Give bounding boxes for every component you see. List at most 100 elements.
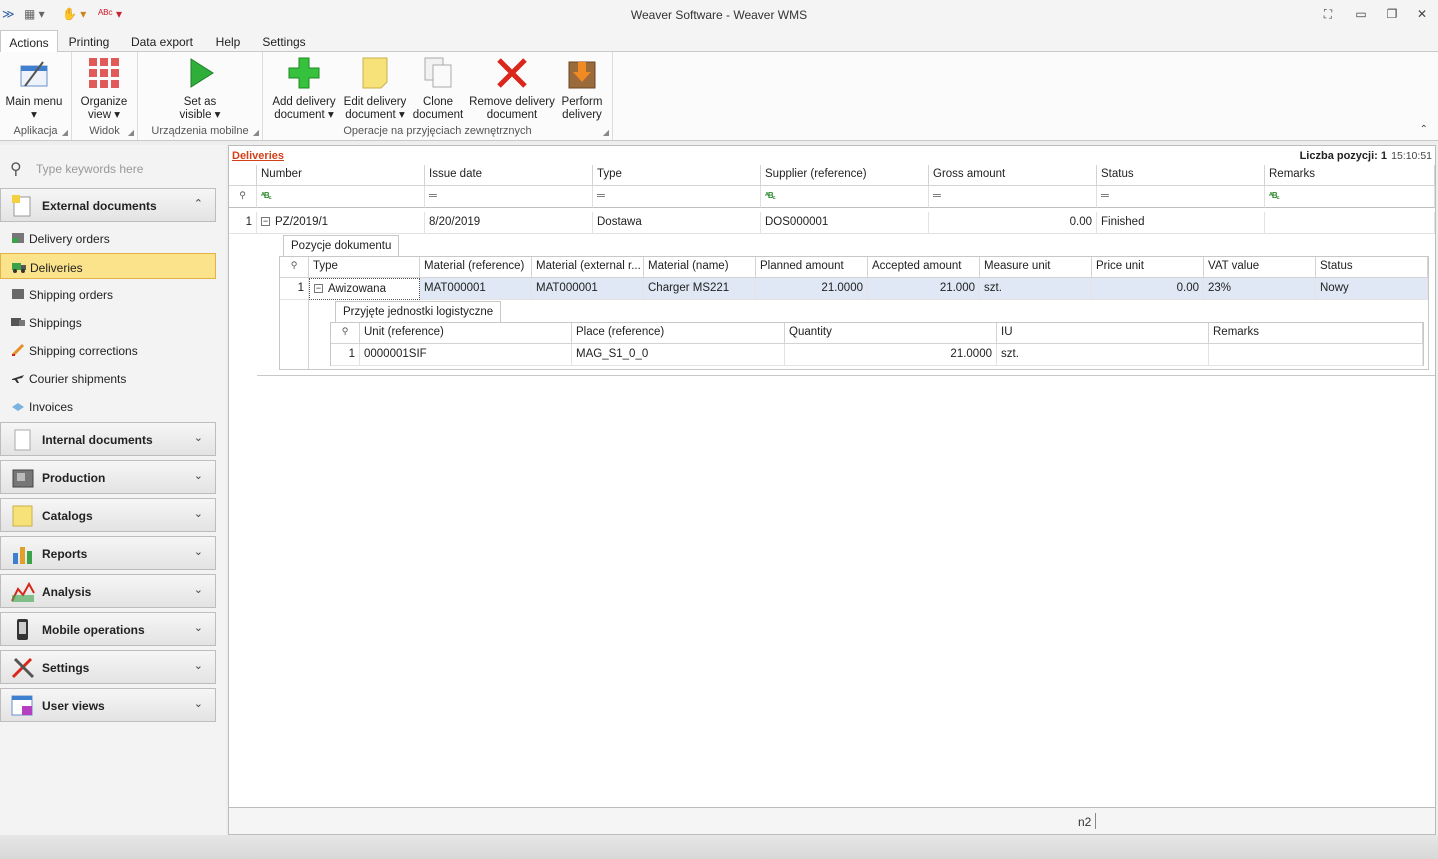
table-row-number[interactable]: − PZ/2019/1	[257, 212, 425, 234]
breadcrumb[interactable]: Deliveries	[232, 150, 284, 162]
nav-shipping-corrections[interactable]: Shipping corrections	[0, 337, 216, 363]
cell-iu[interactable]: szt.	[997, 344, 1209, 366]
column-header[interactable]: Price unit	[1092, 257, 1204, 278]
filter-cell[interactable]: ═	[1097, 186, 1265, 208]
column-header[interactable]: Type	[593, 165, 761, 186]
tab-document-items[interactable]: Pozycje dokumentu	[283, 235, 400, 257]
column-header[interactable]: Number	[257, 165, 425, 186]
main-menu-icon	[17, 56, 51, 90]
column-header[interactable]: Supplier (reference)	[761, 165, 929, 186]
group-launcher-icon[interactable]: ◢	[603, 128, 609, 137]
group-launcher-icon[interactable]: ◢	[128, 128, 134, 137]
column-header[interactable]: Planned amount	[756, 257, 868, 278]
organize-view-button[interactable]: Organize view ▾	[76, 56, 132, 122]
column-header[interactable]: Accepted amount	[868, 257, 980, 278]
cell-material-name[interactable]: Charger MS221	[644, 278, 756, 300]
cell-status[interactable]: Nowy	[1316, 278, 1428, 300]
user-views-icon	[11, 695, 35, 717]
cell-status[interactable]: Finished	[1097, 212, 1265, 234]
group-launcher-icon[interactable]: ◢	[62, 128, 68, 137]
tab-actions[interactable]: Actions	[0, 30, 58, 53]
column-header[interactable]: Type	[309, 257, 420, 278]
collapse-ribbon-icon[interactable]: ⌃	[1420, 124, 1428, 135]
main-menu-button[interactable]: Main menu ▾	[4, 56, 64, 122]
add-delivery-button[interactable]: Add delivery document ▾	[269, 56, 339, 122]
filter-cell[interactable]: ᴬB꜀	[257, 186, 425, 208]
column-header[interactable]: Material (external r...	[532, 257, 644, 278]
section-user-views[interactable]: User views ⌄	[0, 688, 216, 722]
cell-remarks[interactable]	[1265, 212, 1435, 234]
column-header[interactable]: Material (name)	[644, 257, 756, 278]
cell-issue-date[interactable]: 8/20/2019	[425, 212, 593, 234]
cell-supplier[interactable]: DOS000001	[761, 212, 929, 234]
nav-deliveries[interactable]: Deliveries	[0, 253, 216, 279]
section-reports[interactable]: Reports ⌄	[0, 536, 216, 570]
tab-data-export[interactable]: Data export	[124, 30, 200, 52]
column-header[interactable]: VAT value	[1204, 257, 1316, 278]
nav-shippings[interactable]: Shippings	[0, 309, 216, 335]
cell-quantity[interactable]: 21.0000	[785, 344, 997, 366]
column-header[interactable]: Issue date	[425, 165, 593, 186]
tab-printing[interactable]: Printing	[62, 30, 116, 52]
cell-unit-ref[interactable]: 0000001SIF	[360, 344, 572, 366]
cell-place-ref[interactable]: MAG_S1_0_0	[572, 344, 785, 366]
filter-cell[interactable]: ᴬB꜀	[761, 186, 929, 208]
cell-type[interactable]: Dostawa	[593, 212, 761, 234]
section-analysis[interactable]: Analysis ⌄	[0, 574, 216, 608]
filter-cell[interactable]: ═	[425, 186, 593, 208]
tab-logistic-units[interactable]: Przyjęte jednostki logistyczne	[335, 301, 502, 323]
table-row-type[interactable]: − Awizowana	[309, 278, 420, 300]
column-header[interactable]: Status	[1097, 165, 1265, 186]
nav-delivery-orders[interactable]: Delivery orders	[0, 225, 216, 251]
nav-search[interactable]: ⚲ Type keywords here	[10, 159, 210, 179]
set-visible-button[interactable]: Set as visible ▾	[170, 56, 230, 122]
column-header[interactable]: Measure unit	[980, 257, 1092, 278]
clone-document-button[interactable]: Clone document	[409, 56, 467, 122]
filter-cell[interactable]: ═	[929, 186, 1097, 208]
nav-courier-shipments[interactable]: Courier shipments	[0, 365, 216, 391]
restore-button[interactable]: ❐	[1383, 7, 1401, 23]
perform-delivery-button[interactable]: Perform delivery	[555, 56, 609, 122]
remove-delivery-button[interactable]: Remove delivery document	[469, 56, 555, 122]
edit-delivery-button[interactable]: Edit delivery document ▾	[340, 56, 410, 122]
section-settings[interactable]: Settings ⌄	[0, 650, 216, 684]
cell-gross-amount[interactable]: 0.00	[929, 212, 1097, 234]
collapse-row-icon[interactable]: −	[314, 284, 323, 294]
column-header[interactable]: Status	[1316, 257, 1428, 278]
collapse-row-icon[interactable]: −	[261, 217, 270, 227]
cell-vat-value[interactable]: 23%	[1204, 278, 1316, 300]
group-launcher-icon[interactable]: ◢	[253, 128, 259, 137]
section-production[interactable]: Production ⌄	[0, 460, 216, 494]
filter-cell[interactable]: ═	[593, 186, 761, 208]
tab-help[interactable]: Help	[208, 30, 248, 52]
search-input[interactable]: Type keywords here	[36, 162, 143, 176]
cell-planned-amount[interactable]: 21.0000	[756, 278, 868, 300]
nav-shipping-orders[interactable]: Shipping orders	[0, 281, 216, 307]
column-header[interactable]: Material (reference)	[420, 257, 532, 278]
cell-remarks[interactable]	[1209, 344, 1423, 366]
column-header[interactable]: Unit (reference)	[360, 323, 572, 344]
cell-accepted-amount[interactable]: 21.000	[868, 278, 980, 300]
section-external-documents[interactable]: External documents ⌃	[0, 188, 216, 222]
fullscreen-icon[interactable]: ⛶	[1319, 7, 1337, 23]
section-catalogs[interactable]: Catalogs ⌄	[0, 498, 216, 532]
nav-invoices[interactable]: Invoices	[0, 393, 216, 419]
tab-settings[interactable]: Settings	[256, 30, 312, 52]
filter-cell[interactable]: ᴬB꜀	[1265, 186, 1435, 208]
cell-material-ref[interactable]: MAT000001	[420, 278, 532, 300]
cell-price-unit[interactable]: 0.00	[1092, 278, 1204, 300]
cell-measure-unit[interactable]: szt.	[980, 278, 1092, 300]
column-header[interactable]: IU	[997, 323, 1209, 344]
plus-icon	[287, 56, 321, 90]
close-button[interactable]: ✕	[1413, 7, 1431, 23]
column-header[interactable]: Place (reference)	[572, 323, 785, 344]
section-internal-documents[interactable]: Internal documents ⌄	[0, 422, 216, 456]
cell-material-external[interactable]: MAT000001	[532, 278, 644, 300]
section-mobile-operations[interactable]: Mobile operations ⌄	[0, 612, 216, 646]
group-label: Aplikacja	[13, 125, 58, 137]
column-header[interactable]: Remarks	[1265, 165, 1435, 186]
minimize-button[interactable]: ▭	[1352, 7, 1370, 23]
column-header[interactable]: Gross amount	[929, 165, 1097, 186]
column-header[interactable]: Remarks	[1209, 323, 1423, 344]
column-header[interactable]: Quantity	[785, 323, 997, 344]
